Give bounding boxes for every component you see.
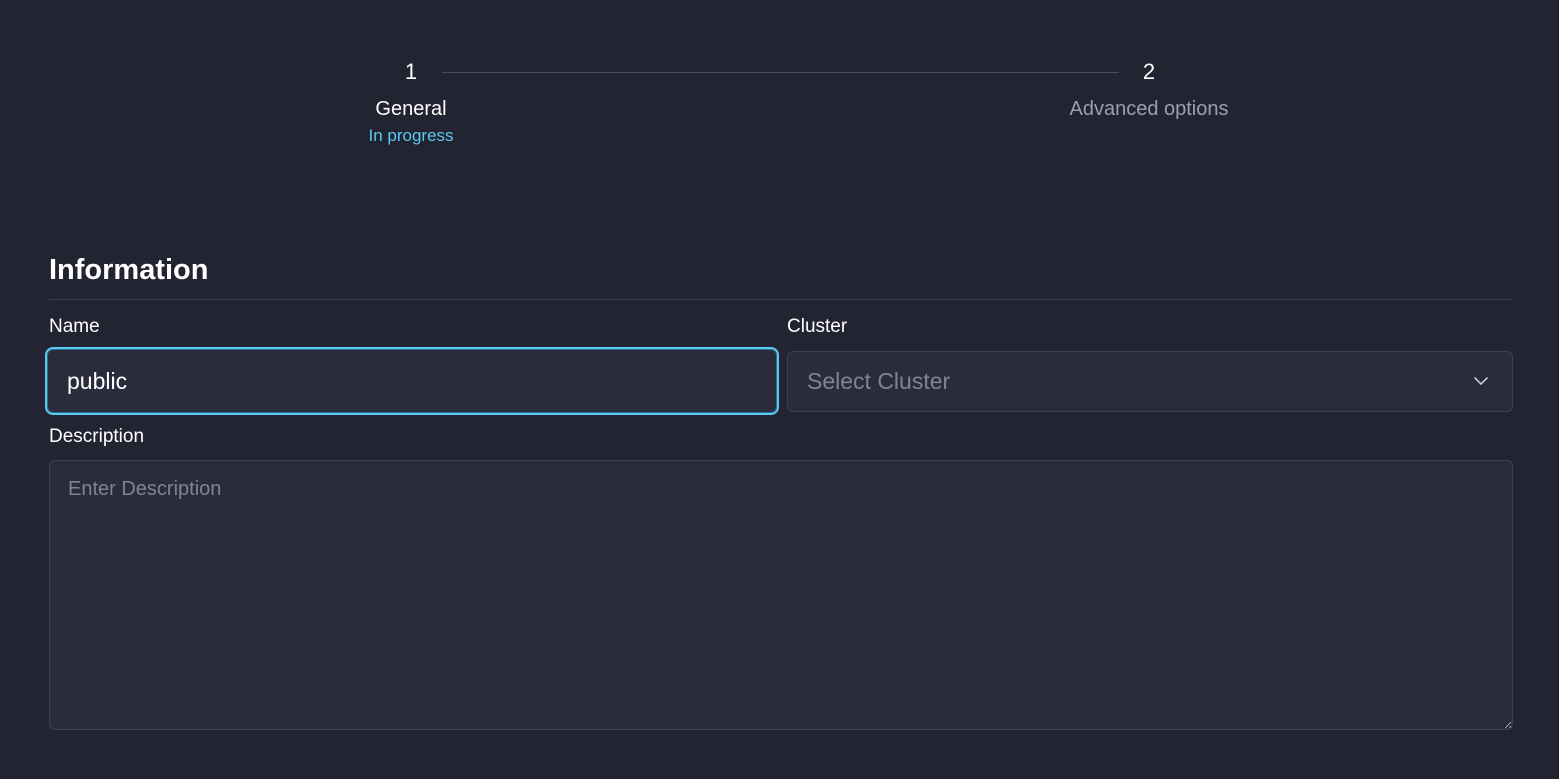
name-label: Name <box>49 316 100 337</box>
step-number: 1 <box>404 59 418 84</box>
description-textarea[interactable] <box>49 460 1513 730</box>
step-title: Advanced options <box>1069 98 1229 120</box>
section-title: Information <box>49 254 209 286</box>
step-general[interactable]: 1 General In progress <box>368 56 453 147</box>
stepper: 1 General In progress 2 Advanced options <box>0 56 1559 156</box>
name-input[interactable] <box>45 347 779 415</box>
step-connector <box>442 72 1119 73</box>
step-number: 2 <box>1142 59 1156 84</box>
description-label: Description <box>49 426 145 447</box>
chevron-down-icon <box>1474 374 1488 388</box>
information-section: Information <box>49 248 1513 300</box>
create-form-page: 1 General In progress 2 Advanced options… <box>0 0 1559 779</box>
step-status: In progress <box>368 126 454 145</box>
step-title: General <box>375 98 447 120</box>
section-divider <box>49 299 1513 300</box>
cluster-label: Cluster <box>787 316 848 337</box>
step-advanced-options[interactable]: 2 Advanced options <box>1069 56 1228 124</box>
cluster-placeholder: Select Cluster <box>807 368 951 394</box>
cluster-select[interactable]: Select Cluster <box>787 351 1513 412</box>
